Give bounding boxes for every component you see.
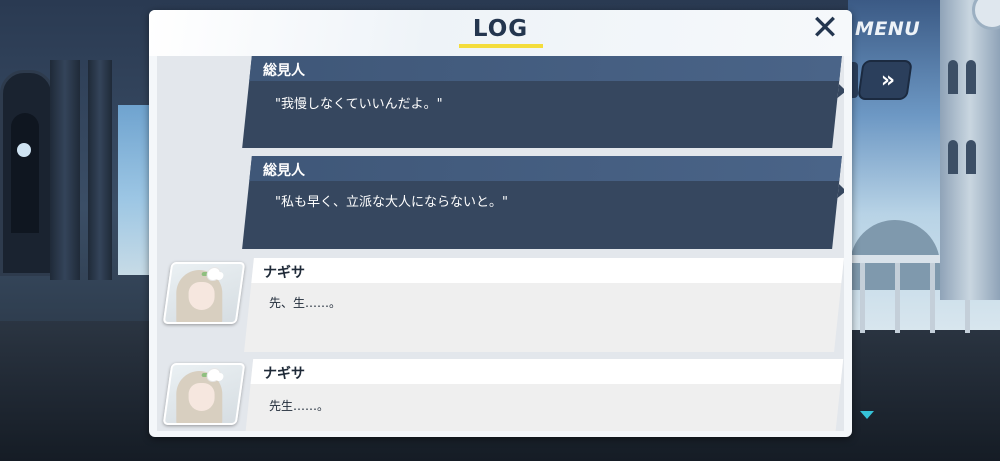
background-window-arch (0, 70, 54, 276)
tower-window (966, 60, 976, 94)
log-entry: ナギサ 先、生……。 (157, 258, 844, 358)
tower-window (948, 140, 958, 174)
avatar-face (188, 282, 215, 310)
bubble-tail (837, 184, 844, 198)
menu-button[interactable]: MENU (845, 12, 965, 46)
background-window-inner (11, 113, 39, 233)
speaker-name: 総見人 (263, 163, 305, 179)
nagisa-avatar (162, 363, 246, 425)
log-panel: LOG ✕ 総見人 "我慢しなくていいんだよ。" 総見人 "私も早く、立派な大人… (149, 10, 852, 437)
speaker-name: 総見人 (263, 63, 305, 79)
bubble-tail (837, 84, 844, 98)
log-entry: 総見人 "我慢しなくていいんだよ。" (157, 56, 844, 156)
close-button[interactable]: ✕ (807, 10, 843, 48)
speaker-bar (249, 156, 842, 181)
speaker-bar (251, 258, 844, 283)
log-title: LOG (472, 16, 529, 42)
avatar-flower-icon (206, 369, 221, 381)
dialogue-text: 先生……。 (269, 399, 330, 413)
fast-forward-icon: » (880, 67, 890, 93)
background-pillar (88, 60, 112, 280)
railing-post (930, 263, 935, 333)
dialogue-text: 先、生……。 (269, 296, 342, 310)
tower-window (966, 140, 976, 174)
log-list[interactable]: 総見人 "我慢しなくていいんだよ。" 総見人 "私も早く、立派な大人にならないと… (157, 56, 844, 431)
nagisa-avatar (162, 262, 246, 324)
speaker-name: ナギサ (263, 265, 305, 281)
speaker-bar (249, 56, 842, 81)
log-entry: ナギサ 先生……。 (157, 359, 844, 431)
dialogue-text: "我慢しなくていいんだよ。" (275, 97, 443, 112)
log-entry: 総見人 "私も早く、立派な大人にならないと。" (157, 156, 844, 256)
avatar-face (188, 383, 215, 411)
background-lamp (17, 143, 31, 157)
tower-window (948, 60, 958, 94)
speaker-name: ナギサ (263, 366, 305, 382)
speaker-bar (250, 359, 844, 384)
character-bubble (244, 359, 844, 431)
log-header: LOG ✕ (149, 10, 852, 56)
close-icon: ✕ (810, 10, 840, 48)
railing-post (895, 263, 900, 333)
dialogue-text: "私も早く、立派な大人にならないと。" (275, 195, 508, 210)
title-underline (459, 44, 543, 48)
fast-forward-button[interactable]: » (859, 62, 911, 98)
background-pillar (50, 60, 80, 280)
railing-post (860, 263, 865, 333)
next-indicator-icon (860, 411, 874, 419)
avatar-flower-icon (206, 268, 221, 280)
